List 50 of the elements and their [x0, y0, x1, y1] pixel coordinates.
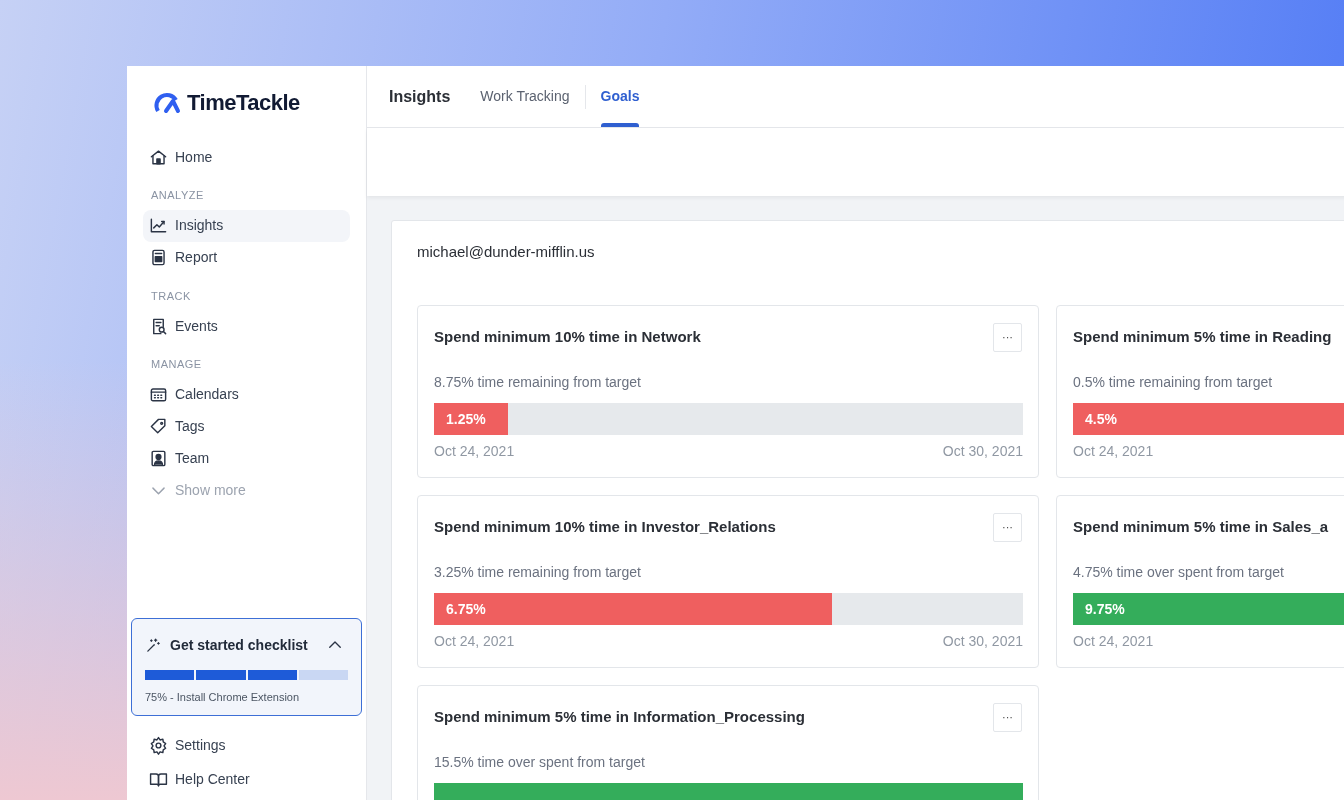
goal-summary: 3.25% time remaining from target: [434, 563, 642, 582]
start-date: Oct 24, 2021: [1073, 632, 1154, 651]
goal-summary: 4.75% time over spent from target: [1073, 563, 1285, 582]
goal-summary: 0.5% time remaining from target: [1073, 373, 1274, 392]
goal-title: Spend minimum 10% time in Network: [434, 326, 701, 347]
goal-summary: 8.75% time remaining from target: [434, 373, 642, 392]
checklist-caption: 75% - Install Chrome Extension: [145, 689, 301, 705]
logo-text: TimeTackle: [187, 89, 300, 117]
home-icon: [149, 147, 168, 167]
calendar-icon: [149, 385, 168, 404]
progress-value: 4.5%: [1085, 409, 1117, 429]
report-icon: [149, 248, 168, 267]
end-date: Oct 30, 2021: [942, 442, 1023, 461]
section-heading: ANALYZE: [150, 188, 205, 203]
nav-item[interactable]: Calendars: [143, 378, 350, 411]
page-title: Insights: [389, 86, 451, 107]
goal-title: Spend minimum 10% time in Investor_Relations: [434, 516, 776, 537]
line-chart-icon: [149, 216, 168, 235]
more-button[interactable]: ···: [993, 702, 1022, 732]
nav-item[interactable]: Tags: [143, 410, 350, 443]
more-button[interactable]: ···: [993, 512, 1022, 542]
progress-value: 1.25%: [446, 409, 486, 429]
goal-title: Spend minimum 5% time in Reading: [1073, 326, 1332, 347]
nav-item[interactable]: Report: [143, 241, 350, 274]
goal-summary: 15.5% time over spent from target: [434, 753, 646, 772]
progress-value: 9.75%: [1085, 599, 1125, 619]
user-email: michael@dunder-mifflin.us: [417, 242, 596, 262]
person-card-icon: [149, 449, 168, 468]
nav-item[interactable]: Insights: [143, 209, 350, 242]
nav-item[interactable]: Team: [143, 442, 350, 475]
nav-item[interactable]: Help Center: [143, 762, 350, 796]
section-heading: MANAGE: [150, 357, 203, 372]
start-date: Oct 24, 2021: [434, 442, 515, 461]
tag-icon: [149, 417, 168, 436]
checklist-title: Get started checklist: [170, 635, 309, 655]
nav-item[interactable]: Settings: [143, 728, 350, 762]
tab[interactable]: Work Tracking: [480, 66, 570, 127]
nav-item[interactable]: Events: [143, 310, 350, 342]
tab[interactable]: Goals: [600, 66, 640, 127]
settings-icon: [149, 735, 168, 755]
more-button[interactable]: ···: [993, 322, 1022, 352]
goal-title: Spend minimum 5% time in Information_Processing: [434, 706, 805, 727]
nav-item[interactable]: Home: [143, 141, 350, 173]
goal-title: Spend minimum 5% time in Sales_a: [1073, 516, 1329, 537]
section-heading: TRACK: [150, 288, 192, 304]
sparkle-wand-icon: [145, 636, 162, 654]
progress-value: 6.75%: [446, 599, 486, 619]
end-date: Oct 30, 2021: [942, 632, 1023, 651]
start-date: Oct 24, 2021: [434, 632, 515, 651]
start-date: Oct 24, 2021: [1073, 442, 1154, 461]
